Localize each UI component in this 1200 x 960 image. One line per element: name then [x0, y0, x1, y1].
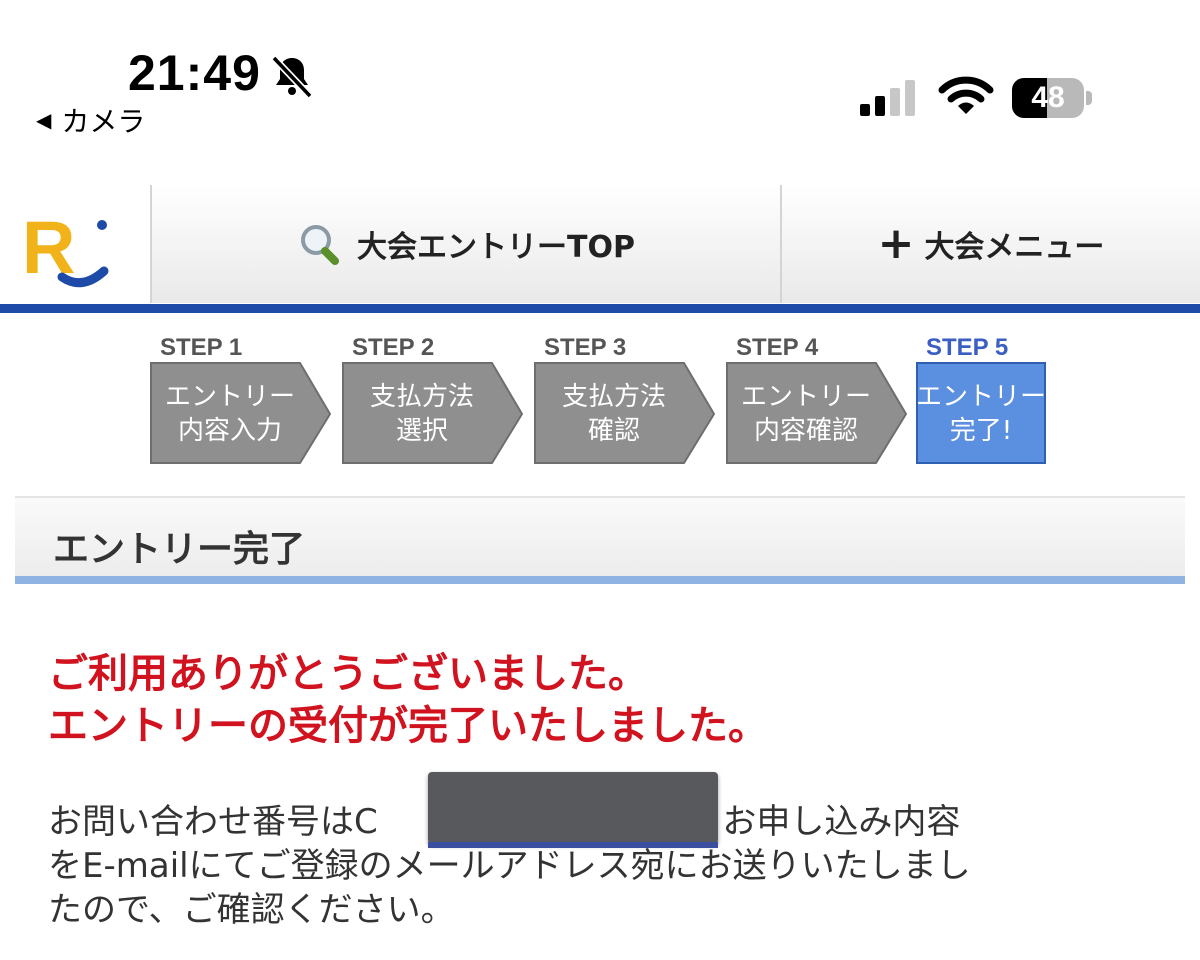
wifi-icon [938, 76, 994, 114]
back-app-label: カメラ [61, 105, 146, 138]
back-triangle-icon: ◀ [36, 108, 52, 132]
step-2-text-2: 選択 [395, 416, 448, 446]
step-3-text-2: 確認 [587, 416, 640, 446]
body-line-1-pre: お問い合わせ番号はC [48, 802, 378, 842]
step-1-text-2: 内容入力 [177, 416, 282, 446]
step-3: STEP 3 支払方法確認 [534, 330, 716, 470]
bell-slash-icon [271, 55, 313, 99]
step-2: STEP 2 支払方法選択 [342, 330, 524, 470]
section-header: エントリー完了 [15, 496, 1185, 578]
site-header: R 大会エントリーTOP + 大会メニュー [0, 185, 1200, 305]
step-3-label: STEP 3 [544, 334, 627, 361]
step-2-label: STEP 2 [352, 334, 435, 361]
cellular-signal-icon [860, 80, 915, 116]
nav-entry-top-label: 大会エントリーTOP [357, 230, 635, 265]
body-line-2: をE-mailにてご登録のメールアドレス宛にお送りいたしまし [48, 846, 971, 886]
thanks-line-1: ご利用ありがとうございました。 [48, 651, 648, 697]
thanks-line-2: エントリーの受付が完了いたしました。 [48, 703, 768, 749]
step-3-text-1: 支払方法 [561, 382, 666, 412]
redaction-overlay-edge [428, 842, 718, 848]
nav-event-menu[interactable]: + 大会メニュー [782, 185, 1200, 303]
progress-steps: STEP 1 エントリー 内容入力 STEP 2 支払方法 選択 STEP 3 支払方法 確認 S… [150, 330, 1070, 470]
plus-icon: + [877, 218, 915, 269]
step-2-text-1: 支払方法 [369, 382, 474, 412]
section-title: エントリー完了 [53, 529, 306, 570]
battery-indicator: 48 [1012, 78, 1092, 118]
step-1-text-1: エントリー [164, 382, 295, 412]
redaction-overlay [428, 772, 718, 844]
step-5: STEP 5 エントリー完了! [916, 330, 1096, 470]
step-4-label: STEP 4 [736, 334, 819, 361]
step-4-text-2: 内容確認 [753, 416, 858, 446]
site-logo[interactable]: R [0, 185, 150, 303]
step-4-text-1: エントリー [740, 382, 871, 412]
section-divider [15, 576, 1185, 584]
step-5-label: STEP 5 [926, 334, 1009, 361]
clock: 21:49 [128, 45, 261, 101]
status-bar: 21:49 ◀ カメラ 48 [0, 0, 1200, 150]
nav-event-menu-label: 大会メニュー [924, 230, 1105, 265]
back-to-camera-link[interactable]: ◀ カメラ [36, 100, 145, 140]
body-line-3: たので、ご確認ください。 [48, 890, 455, 930]
step-5-text-1: エントリー [916, 382, 1047, 412]
battery-level: 48 [1031, 81, 1065, 114]
step-1: STEP 1 エントリー内容入力 [150, 330, 332, 470]
completion-message: ご利用ありがとうございました。 エントリーの受付が完了いたしました。 [48, 648, 768, 752]
step-4: STEP 4 エントリー内容確認 [726, 330, 908, 470]
nav-entry-top[interactable]: 大会エントリーTOP [150, 185, 782, 303]
magnifier-icon [301, 225, 340, 265]
step-5-text-2: 完了! [949, 416, 1013, 446]
header-divider [0, 304, 1200, 313]
step-1-label: STEP 1 [160, 334, 243, 361]
